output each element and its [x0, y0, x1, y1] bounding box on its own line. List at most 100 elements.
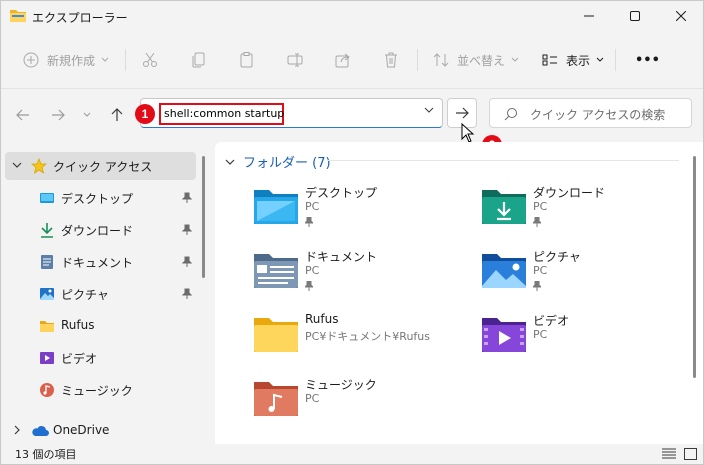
sidebar-item-desktop[interactable]: デスクトップ — [5, 184, 196, 212]
star-icon — [31, 158, 47, 174]
sidebar-item-quick-access[interactable]: クイック アクセス — [5, 152, 196, 180]
pin-icon[interactable] — [182, 288, 192, 300]
new-button[interactable]: 新規作成 — [23, 47, 109, 73]
copy-button[interactable] — [191, 47, 207, 73]
close-icon — [676, 11, 686, 21]
folder-tile-documents[interactable]: ドキュメント PC — [253, 246, 473, 302]
tile-name: ミュージック — [305, 378, 377, 392]
sidebar-item-label: OneDrive — [53, 423, 110, 437]
pin-icon[interactable] — [182, 192, 192, 204]
sidebar-item-downloads[interactable]: ダウンロード — [5, 216, 196, 244]
tile-location: PC — [533, 200, 548, 213]
tile-location: PC — [533, 264, 548, 277]
sort-label: 並べ替え — [457, 53, 506, 68]
more-options-button[interactable]: ••• — [635, 47, 660, 73]
folder-tile-videos[interactable]: ビデオ PC — [481, 310, 701, 366]
content-pane: フォルダー (7) デスクトップ PC ダウンロード PC ドキュメント PC … — [215, 142, 703, 444]
chevron-down-icon[interactable] — [225, 158, 235, 166]
document-icon — [41, 255, 53, 269]
tile-name: ピクチャ — [533, 250, 581, 264]
divider — [417, 49, 418, 71]
chevron-down-icon — [101, 57, 109, 62]
new-label: 新規作成 — [47, 53, 96, 68]
sidebar-item-label: ピクチャ — [61, 288, 109, 302]
pin-icon[interactable] — [182, 224, 192, 236]
document-folder-icon — [254, 254, 298, 288]
arrow-right-icon — [52, 109, 65, 121]
sidebar-item-label: ダウンロード — [61, 224, 134, 238]
chevron-right-icon[interactable] — [12, 425, 22, 435]
sidebar-item-label: クイック アクセス — [53, 160, 153, 174]
picture-folder-icon — [482, 254, 526, 288]
forward-button[interactable] — [46, 103, 70, 127]
folder-app-icon — [10, 10, 26, 22]
chevron-down-icon[interactable] — [424, 107, 434, 113]
folder-tile-pictures[interactable]: ピクチャ PC — [481, 246, 701, 302]
navigation-pane: クイック アクセス デスクトップ ダウンロード ドキュメント ピクチャ Rufu… — [1, 142, 211, 444]
address-input[interactable]: shell:common startup — [159, 103, 284, 125]
folder-tile-downloads[interactable]: ダウンロード PC — [481, 182, 701, 238]
sidebar-item-onedrive[interactable]: OneDrive — [5, 417, 196, 445]
search-box[interactable]: クイック アクセスの検索 — [489, 98, 692, 128]
chevron-down-icon — [596, 57, 604, 62]
chevron-down-icon — [83, 112, 91, 117]
sidebar-item-documents[interactable]: ドキュメント — [5, 248, 196, 276]
more-options-icon: ••• — [635, 52, 660, 68]
address-bar[interactable]: shell:common startup — [140, 98, 443, 128]
search-placeholder: クイック アクセスの検索 — [530, 108, 666, 122]
content-scrollbar[interactable] — [693, 156, 696, 378]
sidebar-item-videos[interactable]: ビデオ — [5, 344, 196, 372]
search-icon — [504, 108, 517, 121]
share-button[interactable] — [335, 47, 351, 73]
plus-circle-icon — [23, 52, 39, 68]
chevron-down-icon[interactable] — [12, 160, 22, 170]
folders-group-header[interactable]: フォルダー (7) — [225, 152, 331, 171]
download-icon — [41, 223, 53, 238]
details-view-icon[interactable] — [661, 447, 677, 461]
folder-tile-music[interactable]: ミュージック PC — [253, 374, 473, 430]
arrow-up-icon — [111, 108, 123, 121]
arrow-right-icon — [456, 107, 469, 119]
view-button[interactable]: 表示 — [542, 47, 604, 73]
title-bar: エクスプローラー — [1, 1, 703, 31]
tile-location: PC — [533, 328, 548, 341]
sidebar-scrollbar[interactable] — [202, 156, 205, 278]
recent-locations-button[interactable] — [79, 103, 95, 127]
cut-button[interactable] — [142, 47, 158, 73]
sidebar-item-label: デスクトップ — [61, 192, 134, 206]
sidebar-item-music[interactable]: ミュージック — [5, 376, 196, 404]
mouse-cursor-icon — [461, 123, 475, 143]
maximize-button[interactable] — [612, 1, 658, 31]
picture-icon — [40, 288, 54, 300]
music-folder-icon — [254, 382, 298, 416]
delete-button[interactable] — [383, 47, 399, 73]
sidebar-item-label: ミュージック — [61, 384, 133, 398]
music-icon — [40, 383, 54, 397]
tiles-view-icon[interactable] — [683, 447, 699, 461]
sidebar-item-rufus[interactable]: Rufus — [5, 312, 196, 340]
pin-icon[interactable] — [182, 256, 192, 268]
desktop-folder-icon — [254, 190, 298, 224]
close-button[interactable] — [658, 1, 703, 31]
pin-icon — [533, 281, 541, 291]
paste-icon — [240, 52, 253, 68]
desktop-icon — [40, 193, 54, 203]
sort-icon — [433, 53, 449, 67]
sidebar-item-label: Rufus — [61, 318, 95, 332]
rename-button[interactable] — [287, 47, 303, 73]
maximize-icon — [630, 11, 640, 21]
paste-button[interactable] — [239, 47, 255, 73]
folder-tile-desktop[interactable]: デスクトップ PC — [253, 182, 473, 238]
view-layout-icon — [542, 54, 557, 66]
sort-button[interactable]: 並べ替え — [433, 47, 519, 73]
up-button[interactable] — [105, 103, 129, 127]
status-bar: 13 個の項目 — [1, 444, 703, 464]
navigation-row: shell:common startup 1 2 クイック アクセスの検索 — [1, 90, 703, 155]
back-button[interactable] — [11, 103, 35, 127]
sidebar-item-pictures[interactable]: ピクチャ — [5, 280, 196, 308]
video-folder-icon — [482, 318, 526, 352]
tile-location: PC — [305, 392, 320, 405]
minimize-button[interactable] — [566, 1, 612, 31]
folder-tile-rufus[interactable]: Rufus PC¥ドキュメント¥Rufus — [253, 310, 473, 366]
tile-name: ダウンロード — [533, 186, 606, 200]
